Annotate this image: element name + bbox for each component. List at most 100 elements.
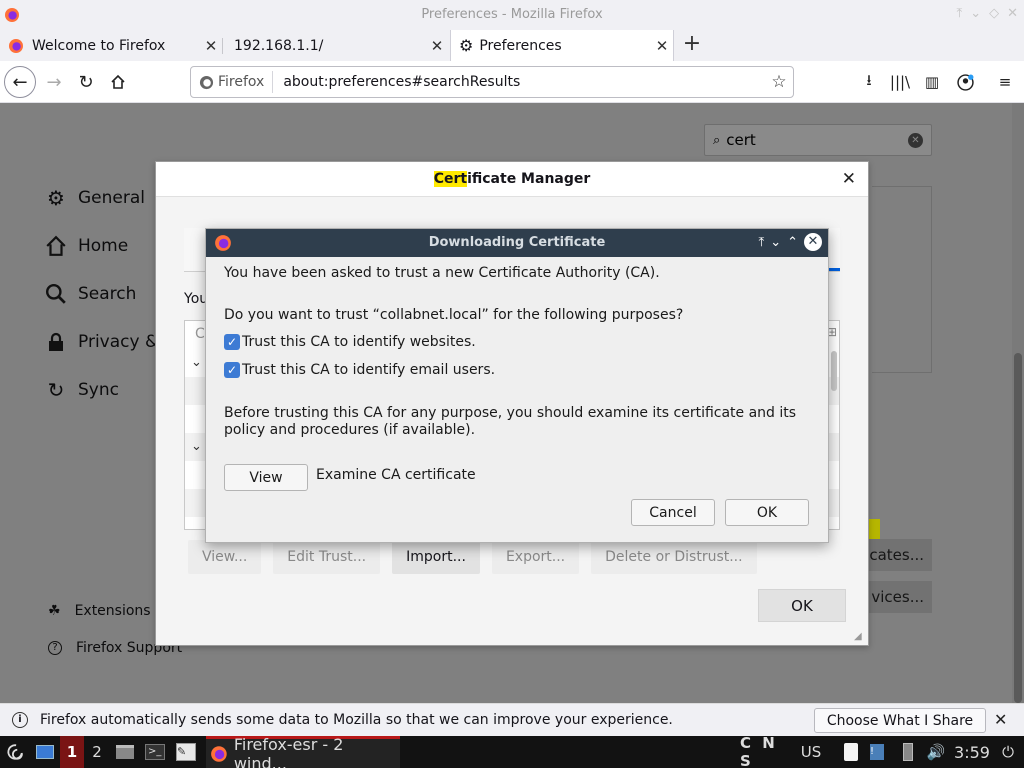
- sidebar-item-general[interactable]: ⚙ General: [44, 186, 145, 210]
- volume-icon[interactable]: 🔊: [924, 736, 948, 768]
- preferences-search-input[interactable]: ⌕ cert ✕: [704, 124, 932, 156]
- sidebar-item-sync[interactable]: ↻ Sync: [44, 378, 119, 402]
- trust-email-label: Trust this CA to identify email users.: [242, 362, 496, 378]
- workspace-2[interactable]: 2: [86, 736, 108, 768]
- minimize-icon[interactable]: ⌄: [770, 235, 781, 250]
- keyboard-layout[interactable]: US: [796, 736, 826, 768]
- trust-websites-checkbox[interactable]: ✓ Trust this CA to identify websites.: [224, 334, 476, 350]
- info-icon: i: [12, 712, 28, 728]
- sidebar-label: Privacy &: [78, 332, 159, 352]
- downloads-icon[interactable]: ⭳: [858, 71, 880, 93]
- tab-preferences[interactable]: ⚙ Preferences ✕: [450, 30, 674, 61]
- preferences-content-panel: [872, 186, 932, 373]
- tab-close-icon[interactable]: ✕: [651, 37, 673, 55]
- sidebar-toggle-icon[interactable]: ▥: [921, 71, 943, 93]
- certificate-manager-header: Certificate Manager ✕: [156, 162, 868, 197]
- restore-icon[interactable]: ◇: [989, 6, 999, 21]
- clipboard-icon[interactable]: [840, 736, 862, 768]
- clear-search-icon[interactable]: ✕: [908, 133, 923, 148]
- start-menu-icon[interactable]: [2, 736, 28, 768]
- window-controls: ⤒ ⌄ ◇ ✕: [956, 6, 1018, 21]
- notification-message: Firefox automatically sends some data to…: [40, 712, 673, 728]
- home-button[interactable]: [102, 66, 134, 98]
- edit-trust-button[interactable]: Edit Trust...: [273, 540, 381, 574]
- maximize-icon[interactable]: ⌃: [787, 235, 798, 250]
- sidebar-item-home[interactable]: Home: [44, 234, 128, 258]
- account-avatar-icon: [956, 73, 974, 91]
- view-certificates-label: cates...: [869, 546, 924, 564]
- window-title: Preferences - Mozilla Firefox: [421, 7, 603, 22]
- tab-close-icon[interactable]: ✕: [426, 37, 448, 55]
- update-notifier-icon[interactable]: !: [866, 736, 888, 768]
- tree-scrollbar-thumb[interactable]: [831, 351, 837, 391]
- clock[interactable]: 3:59: [952, 736, 992, 768]
- maximize-top-icon[interactable]: ⤒: [956, 6, 962, 21]
- checkmark-icon[interactable]: ✓: [224, 334, 240, 350]
- choose-what-i-share-button[interactable]: Choose What I Share: [814, 708, 986, 733]
- trust-email-checkbox[interactable]: ✓ Trust this CA to identify email users.: [224, 362, 495, 378]
- dialog-title: Downloading Certificate: [428, 235, 606, 250]
- export-button[interactable]: Export...: [491, 540, 580, 574]
- url-text[interactable]: about:preferences#searchResults: [273, 74, 765, 90]
- tab-router[interactable]: 192.168.1.1/ ✕: [224, 30, 448, 61]
- terminal-icon[interactable]: >_: [142, 736, 168, 768]
- view-button[interactable]: View...: [188, 540, 262, 574]
- file-manager-icon[interactable]: [112, 736, 138, 768]
- delete-distrust-button[interactable]: Delete or Distrust...: [591, 540, 757, 574]
- certificate-manager-ok-button[interactable]: OK: [758, 589, 846, 622]
- trust-request-text: You have been asked to trust a new Certi…: [224, 265, 660, 281]
- back-button[interactable]: ←: [4, 66, 36, 98]
- import-button[interactable]: Import...: [392, 540, 480, 574]
- chevron-down-icon[interactable]: ⌄: [191, 439, 202, 454]
- view-certificate-button[interactable]: View: [224, 464, 308, 491]
- page-scrollbar-thumb[interactable]: [1014, 353, 1022, 703]
- certificate-action-buttons: View... Edit Trust... Import... Export..…: [188, 540, 757, 574]
- search-highlight-mark: [868, 519, 880, 539]
- downloading-certificate-titlebar: Downloading Certificate ⤒ ⌄ ⌃ ✕: [206, 229, 828, 257]
- close-icon[interactable]: ✕: [804, 233, 822, 251]
- taskbar-firefox-window[interactable]: Firefox-esr - 2 wind...: [206, 735, 400, 768]
- certificate-manager-title: Certificate Manager: [156, 171, 868, 187]
- url-bar[interactable]: Firefox about:preferences#searchResults …: [190, 66, 794, 98]
- battery-icon[interactable]: [898, 736, 918, 768]
- search-icon: ⌕: [713, 132, 721, 148]
- power-icon[interactable]: ⏻: [996, 736, 1020, 768]
- examine-ca-label: Examine CA certificate: [316, 467, 476, 483]
- sidebar-item-privacy[interactable]: Privacy &: [44, 330, 158, 354]
- text-editor-icon[interactable]: ✎: [172, 736, 200, 768]
- tab-label: Welcome to Firefox: [32, 37, 166, 54]
- firefox-identity-icon: [199, 75, 214, 89]
- hamburger-menu-icon[interactable]: ≡: [994, 71, 1016, 93]
- checkmark-icon[interactable]: ✓: [224, 362, 240, 378]
- keep-above-icon[interactable]: ⤒: [758, 235, 764, 250]
- resize-grip-icon[interactable]: ◢: [854, 631, 866, 643]
- chevron-down-icon[interactable]: ⌄: [191, 355, 202, 370]
- sidebar-label: Sync: [78, 380, 119, 400]
- bookmark-star-icon[interactable]: ☆: [765, 72, 793, 92]
- ok-button[interactable]: OK: [725, 499, 809, 526]
- workspace-1[interactable]: 1: [60, 736, 84, 768]
- reload-button[interactable]: ↻: [70, 66, 102, 98]
- security-devices-button[interactable]: vices...: [866, 581, 932, 613]
- column-header[interactable]: C: [195, 326, 205, 342]
- cancel-button[interactable]: Cancel: [631, 499, 715, 526]
- close-window-icon[interactable]: ✕: [1007, 6, 1018, 21]
- library-icon[interactable]: |||\: [889, 71, 911, 93]
- security-devices-label: vices...: [871, 588, 924, 606]
- tab-close-icon[interactable]: ✕: [200, 37, 222, 55]
- tab-welcome[interactable]: Welcome to Firefox ✕: [0, 30, 222, 61]
- account-icon[interactable]: [954, 71, 976, 93]
- new-tab-button[interactable]: +: [680, 33, 704, 57]
- identity-box[interactable]: Firefox: [191, 71, 274, 93]
- extensions-themes-link[interactable]: ☘ Extensions &: [48, 603, 166, 619]
- show-desktop-icon[interactable]: [32, 736, 58, 768]
- minimize-icon[interactable]: ⌄: [970, 6, 981, 21]
- sidebar-item-search[interactable]: Search: [44, 282, 136, 306]
- extensions-label: Extensions &: [74, 603, 166, 619]
- close-icon[interactable]: ✕: [994, 710, 1007, 729]
- view-certificates-button[interactable]: cates...: [866, 539, 932, 571]
- forward-button[interactable]: →: [38, 66, 70, 98]
- dialog-window-controls: ⤒ ⌄ ⌃ ✕: [758, 233, 822, 251]
- close-icon[interactable]: ✕: [842, 169, 856, 189]
- home-icon: [111, 74, 125, 89]
